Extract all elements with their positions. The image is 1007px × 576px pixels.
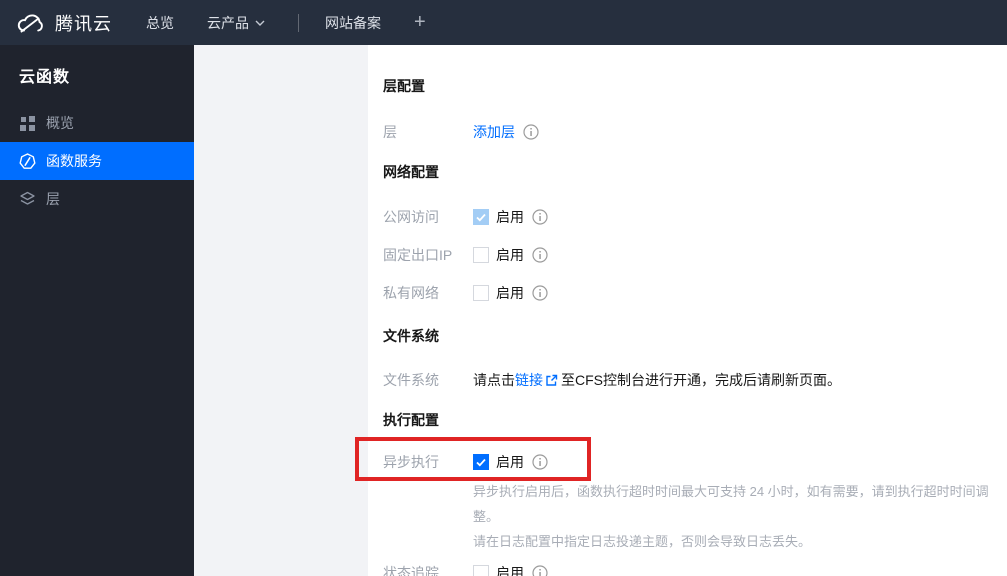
nav-overview[interactable]: 总览	[146, 13, 174, 33]
info-icon[interactable]	[523, 124, 539, 140]
topbar-nav: 总览 云产品 网站备案 +	[146, 11, 426, 34]
field-label: 状态追踪	[383, 565, 439, 576]
sidebar-title: 云函数	[19, 69, 71, 86]
toggle-label: 启用	[496, 209, 524, 225]
external-link-icon	[546, 374, 558, 386]
info-icon[interactable]	[532, 454, 548, 470]
async-execution-note: 异步执行启用后，函数执行超时时间最大可支持 24 小时，如有需要，请到执行超时时…	[473, 479, 1007, 554]
sidebar-item-function-service[interactable]: 函数服务	[0, 142, 194, 180]
grid-icon	[20, 115, 35, 131]
async-execution-checkbox[interactable]	[473, 454, 489, 470]
section-title-layer-config: 层配置	[383, 78, 425, 94]
toggle-label: 启用	[496, 454, 524, 470]
topbar-divider	[298, 13, 299, 32]
section-title-filesystem: 文件系统	[383, 328, 439, 344]
sidebar-item-label: 函数服务	[46, 153, 102, 169]
fixed-egress-ip-checkbox[interactable]	[473, 247, 489, 263]
toggle-label: 启用	[496, 247, 524, 263]
brand-name: 腾讯云	[55, 13, 112, 34]
field-label: 异步执行	[383, 454, 439, 470]
field-label: 层	[383, 124, 397, 140]
section-title-network-config: 网络配置	[383, 164, 439, 180]
filesystem-text-after: 至CFS控制台进行开通，完成后请刷新页面。	[561, 372, 841, 388]
field-label: 固定出口IP	[383, 247, 453, 263]
info-icon[interactable]	[532, 247, 548, 263]
field-label: 私有网络	[383, 285, 439, 301]
status-tracking-checkbox[interactable]	[473, 565, 489, 576]
check-icon	[476, 458, 486, 467]
sidebar: 云函数 概览 函数服务 层	[0, 45, 194, 576]
toggle-label: 启用	[496, 565, 524, 576]
sidebar-menu: 概览 函数服务 层	[0, 104, 194, 218]
form-row-public-access: 公网访问 启用	[383, 208, 1007, 226]
layers-icon	[20, 191, 35, 205]
collapsed-panel	[194, 45, 368, 576]
toggle-label: 启用	[496, 285, 524, 301]
add-layer-link[interactable]: 添加层	[473, 122, 515, 142]
info-icon[interactable]	[532, 285, 548, 301]
sidebar-item-label: 层	[46, 191, 60, 207]
info-icon[interactable]	[532, 565, 548, 576]
info-icon[interactable]	[532, 209, 548, 225]
function-icon	[19, 152, 36, 169]
nav-website-filing[interactable]: 网站备案	[325, 13, 381, 33]
sidebar-item-overview[interactable]: 概览	[0, 104, 194, 142]
note-line: 请在日志配置中指定日志投递主题，否则会导致日志丢失。	[473, 534, 812, 549]
form-row-private-network: 私有网络 启用	[383, 284, 1007, 302]
sidebar-item-layers[interactable]: 层	[0, 180, 194, 218]
topbar: 腾讯云 总览 云产品 网站备案 +	[0, 0, 1007, 45]
tencent-cloud-console: 腾讯云 总览 云产品 网站备案 + 云函数 概览 函数服务 层 层配置 层 添加…	[0, 0, 1007, 576]
field-label: 文件系统	[383, 372, 439, 388]
brand-logo-link[interactable]: 腾讯云	[14, 10, 112, 36]
section-title-execution-config: 执行配置	[383, 412, 439, 428]
form-row-status-tracking: 状态追踪 启用	[383, 564, 1007, 576]
public-access-checkbox	[473, 209, 489, 225]
form-row-async-execution: 异步执行 启用	[383, 453, 1007, 471]
add-tab-button[interactable]: +	[414, 11, 426, 34]
sidebar-item-label: 概览	[46, 115, 74, 131]
form-row-fixed-egress-ip: 固定出口IP 启用	[383, 246, 1007, 264]
form-row-layer: 层 添加层	[383, 123, 1007, 141]
check-icon	[476, 213, 486, 222]
tencent-cloud-logo-icon	[17, 13, 43, 32]
private-network-checkbox[interactable]	[473, 285, 489, 301]
chevron-down-icon	[255, 20, 265, 26]
filesystem-text-before: 请点击	[473, 372, 515, 388]
nav-cloud-products[interactable]: 云产品	[207, 13, 265, 33]
form-row-filesystem: 文件系统 请点击 链接 至CFS控制台进行开通，完成后请刷新页面。	[383, 371, 1007, 389]
cfs-console-link[interactable]: 链接	[515, 370, 543, 390]
note-line: 异步执行启用后，函数执行超时时间最大可支持 24 小时，如有需要，请到执行超时时…	[473, 484, 989, 524]
settings-panel: 层配置 层 添加层 网络配置 公网访问 启用 固定出口IP 启用 私有网络 启用…	[368, 45, 1007, 576]
field-label: 公网访问	[383, 209, 439, 225]
